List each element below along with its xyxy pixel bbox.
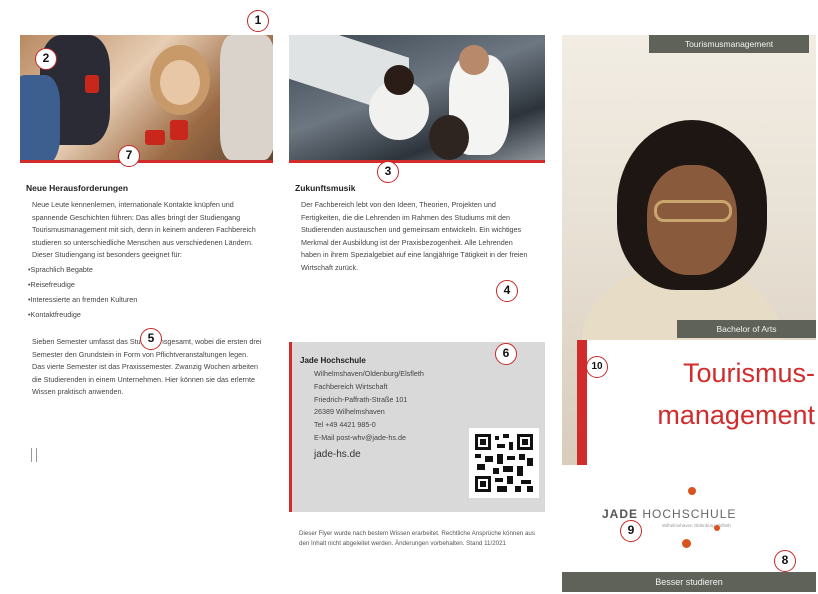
slogan-tag: Besser studieren — [562, 572, 816, 592]
faculty-paragraph: Der Fachbereich lebt von den Ideen, Theo… — [301, 200, 528, 272]
contact-box: Jade Hochschule Wilhelmshaven/Oldenburg/… — [289, 342, 545, 512]
marker-3: 3 — [377, 161, 399, 183]
cover-title-line1: Tourismus- — [682, 358, 815, 388]
list-item: Kontaktfreudige — [28, 307, 273, 322]
marker-2: 2 — [35, 48, 57, 70]
title-accent-bar — [577, 340, 587, 465]
marker-7: 7 — [118, 145, 140, 167]
list-item: Reisefreudige — [28, 277, 273, 292]
marker-6: 6 — [495, 343, 517, 365]
students-cafe-photo — [20, 35, 273, 160]
contact-line: Fachbereich Wirtschaft — [314, 381, 388, 391]
contact-line: 26389 Wilhelmshaven — [314, 407, 385, 417]
photo-accent-bar — [20, 160, 273, 163]
marker-5: 5 — [140, 328, 162, 350]
middle-column: Zukunftsmusik Der Fachbereich lebt von d… — [289, 35, 545, 547]
cover-title-box: Tourismus- management — [577, 340, 816, 465]
section-heading: Zukunftsmusik — [295, 183, 356, 193]
cover-title-line2: management — [657, 400, 815, 430]
target-group-list: Sprachlich Begabte Reisefreudige Interes… — [28, 262, 273, 322]
degree-tag: Bachelor of Arts — [677, 320, 816, 338]
text-cursor-icon — [31, 448, 37, 462]
list-item: Sprachlich Begabte — [28, 262, 273, 277]
photo-accent-bar — [289, 160, 545, 163]
program-tag: Tourismusmanagement — [649, 35, 809, 53]
logo-wordmark: JADE HOCHSCHULE — [602, 507, 737, 521]
marker-8: 8 — [774, 550, 796, 572]
contact-line: Wilhelmshaven/Oldenburg/Elsfleth — [314, 369, 424, 378]
disclaimer-footnote: Dieser Flyer wurde nach bestem Wissen er… — [299, 530, 535, 547]
students-outdoor-photo — [289, 35, 545, 160]
logo-dot-icon — [682, 539, 691, 548]
marker-9: 9 — [620, 520, 642, 542]
qr-code-icon[interactable] — [469, 428, 539, 498]
brochure-page: Neue Herausforderungen Neue Leute kennen… — [0, 0, 818, 594]
marker-10: 10 — [586, 356, 608, 378]
marker-1: 1 — [247, 10, 269, 32]
cover-panel: Tourismusmanagement Bachelor of Arts Tou… — [562, 35, 816, 593]
list-item: Interessierte an fremden Kulturen — [28, 292, 273, 307]
cover-title: Tourismus- management — [597, 352, 815, 436]
logo-dot-icon — [714, 525, 720, 531]
marker-4: 4 — [496, 280, 518, 302]
contact-line: Friedrich-Paffrath-Straße 101 — [314, 394, 408, 404]
section-heading: Neue Herausforderungen — [26, 183, 129, 193]
logo-subtitle: Wilhelmshaven Oldenburg Elsfleth — [662, 523, 731, 528]
intro-paragraph: Neue Leute kennenlernen, internationale … — [32, 200, 256, 260]
cover-person-glasses — [654, 200, 732, 222]
logo-dot-icon — [688, 487, 696, 495]
